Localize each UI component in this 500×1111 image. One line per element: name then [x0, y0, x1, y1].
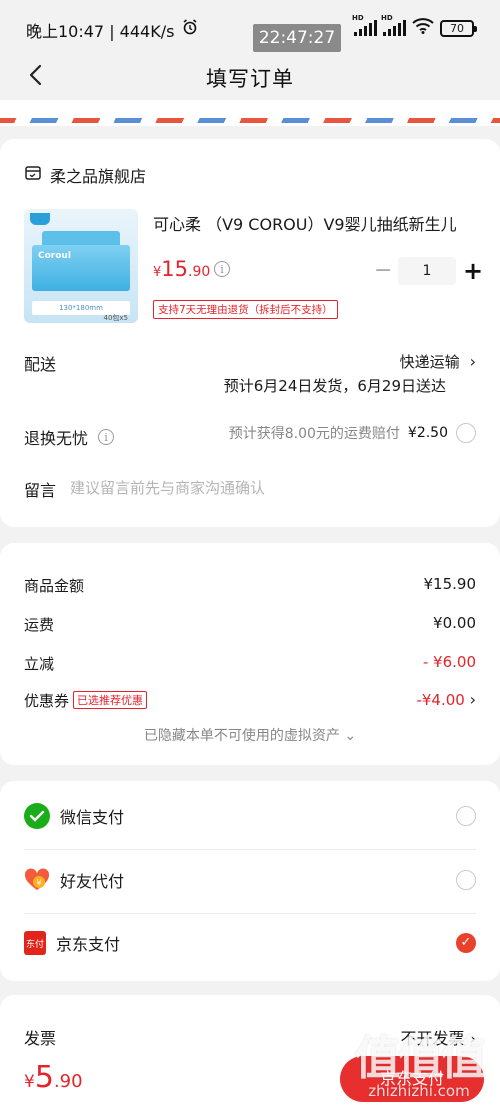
payment-divider [24, 913, 476, 914]
store-name: 柔之品旗舰店 [50, 167, 147, 186]
payment-option-wechat[interactable]: 微信支付 [24, 803, 476, 829]
message-input[interactable]: 建议留言前先与商家沟通确认 [70, 477, 265, 498]
total-integer: 5 [34, 1060, 54, 1095]
delivery-method: 快递运输 [399, 353, 460, 371]
overlay-clock: 22:47:27 [253, 24, 341, 52]
chevron-right-icon: › [469, 1029, 476, 1048]
goods-amount-row: 商品金额 ¥15.90 [24, 575, 476, 596]
payment-divider [24, 849, 476, 850]
invoice-row[interactable]: 发票 不开发票 › [24, 1025, 476, 1049]
total-decimal: .90 [53, 1071, 83, 1092]
payment-label-friend: 好友代付 [60, 872, 125, 891]
page-title: 填写订单 [206, 67, 294, 91]
shipping-label: 运费 [24, 616, 55, 634]
payment-radio-wechat[interactable] [456, 806, 476, 826]
network-type-label-2: HD [381, 14, 393, 22]
payment-label-wechat: 微信支付 [60, 808, 125, 827]
delivery-eta: 预计6月24日发货，6月29日送达 [223, 377, 446, 395]
product-image[interactable]: Coroul 130*180mm 40包x5 [24, 209, 138, 323]
network-type-label: HD [352, 14, 364, 22]
svg-text:¥: ¥ [36, 879, 41, 888]
return-policy-badge: 支持7天无理由退货（拆封后不支持） [153, 300, 338, 319]
discount-value: - ¥6.00 [422, 653, 476, 671]
coupon-value: -¥4.00 [416, 691, 465, 709]
signal-icon-2: HD [381, 14, 406, 36]
price-currency: ¥ [153, 265, 162, 280]
address-envelope-border[interactable] [0, 100, 500, 126]
return-radio[interactable] [456, 423, 476, 443]
wechat-pay-icon [24, 803, 50, 829]
wifi-icon [412, 18, 434, 38]
goods-amount-label: 商品金额 [24, 577, 85, 595]
invoice-label: 发票 [24, 1029, 57, 1048]
product-image-brand: Coroul [38, 251, 71, 261]
checkout-footer: ¥ 5 .90 京东支付 [0, 1048, 500, 1111]
payment-radio-jd-checked[interactable]: ✓ [456, 933, 476, 953]
product-price: ¥ 15 .90 [153, 257, 210, 281]
shipping-row: 运费 ¥0.00 [24, 614, 476, 635]
invoice-value: 不开发票 [400, 1029, 465, 1048]
airmail-stripe [0, 118, 500, 123]
friend-pay-icon: ¥ [24, 867, 50, 893]
payment-option-friend[interactable]: ¥ 好友代付 [24, 867, 476, 893]
shipping-value: ¥0.00 [433, 614, 476, 632]
chevron-right-icon: › [469, 352, 476, 371]
delivery-method-row[interactable]: 快递运输 › [400, 351, 476, 372]
price-info-icon[interactable]: i [214, 261, 230, 277]
hidden-assets-toggle[interactable]: 已隐藏本单不可使用的虚拟资产 ⌄ [0, 725, 500, 745]
quantity-stepper: − 1 + [374, 257, 484, 285]
store-header[interactable]: 柔之品旗舰店 [24, 163, 146, 187]
payment-label-jd: 京东支付 [56, 935, 121, 954]
status-time-speed: 晚上10:47 | 444K/s [26, 22, 175, 41]
alarm-icon [182, 19, 198, 39]
status-bar: 晚上10:47 | 444K/s 22:47:27 HD HD 70 [0, 0, 500, 54]
return-option[interactable]: 预计获得8.00元的运费赔付 ¥2.50 [229, 423, 476, 443]
discount-row: 立减 - ¥6.00 [24, 653, 476, 674]
brand-logo [30, 213, 50, 225]
coupon-badge: 已选推荐优惠 [73, 691, 148, 709]
discount-label: 立减 [24, 655, 55, 673]
order-item-card: 柔之品旗舰店 Coroul 130*180mm 40包x5 可心柔 （V9 CO… [0, 139, 500, 527]
total-currency: ¥ [24, 1072, 35, 1092]
return-info-icon[interactable]: i [98, 429, 115, 445]
nav-bar: 填写订单 [0, 54, 500, 102]
store-icon [24, 164, 42, 186]
coupon-row[interactable]: 优惠券 已选推荐优惠 -¥4.00 › [24, 690, 476, 711]
decrease-quantity-button[interactable]: − [374, 259, 392, 283]
price-integer: 15 [161, 257, 189, 281]
battery-indicator: 70 [440, 19, 477, 37]
quantity-input[interactable]: 1 [398, 257, 456, 285]
total-price: ¥ 5 .90 [24, 1060, 83, 1095]
increase-quantity-button[interactable]: + [462, 259, 484, 283]
coupon-label: 优惠券 [24, 692, 70, 710]
delivery-label: 配送 [24, 355, 57, 374]
chevron-right-icon: › [469, 690, 476, 709]
return-row: 退换无忧 i [24, 425, 115, 449]
message-label: 留言 [24, 481, 57, 500]
product-image-count: 40包x5 [103, 314, 128, 322]
payment-radio-friend[interactable] [456, 870, 476, 890]
price-decimal: .90 [188, 264, 211, 280]
jd-pay-icon: 东付 [24, 931, 46, 955]
payment-option-jd[interactable]: 东付 京东支付 ✓ [24, 931, 476, 955]
return-price: ¥2.50 [407, 425, 448, 441]
submit-payment-button[interactable]: 京东支付 [340, 1056, 484, 1102]
return-label: 退换无忧 [24, 429, 89, 448]
price-summary-card: 商品金额 ¥15.90 运费 ¥0.00 立减 - ¥6.00 优惠券 已选推荐优… [0, 543, 500, 765]
chevron-down-icon: ⌄ [344, 728, 357, 744]
goods-amount-value: ¥15.90 [423, 575, 477, 593]
product-title[interactable]: 可心柔 （V9 COROU）V9婴儿抽纸新生儿 [153, 211, 473, 235]
signal-icon: HD [352, 14, 377, 36]
payment-methods-card: 微信支付 ¥ 好友代付 东付 京东支付 ✓ [0, 781, 500, 981]
return-description: 预计获得8.00元的运费赔付 [228, 426, 400, 442]
hidden-assets-note: 已隐藏本单不可使用的虚拟资产 [143, 728, 340, 744]
